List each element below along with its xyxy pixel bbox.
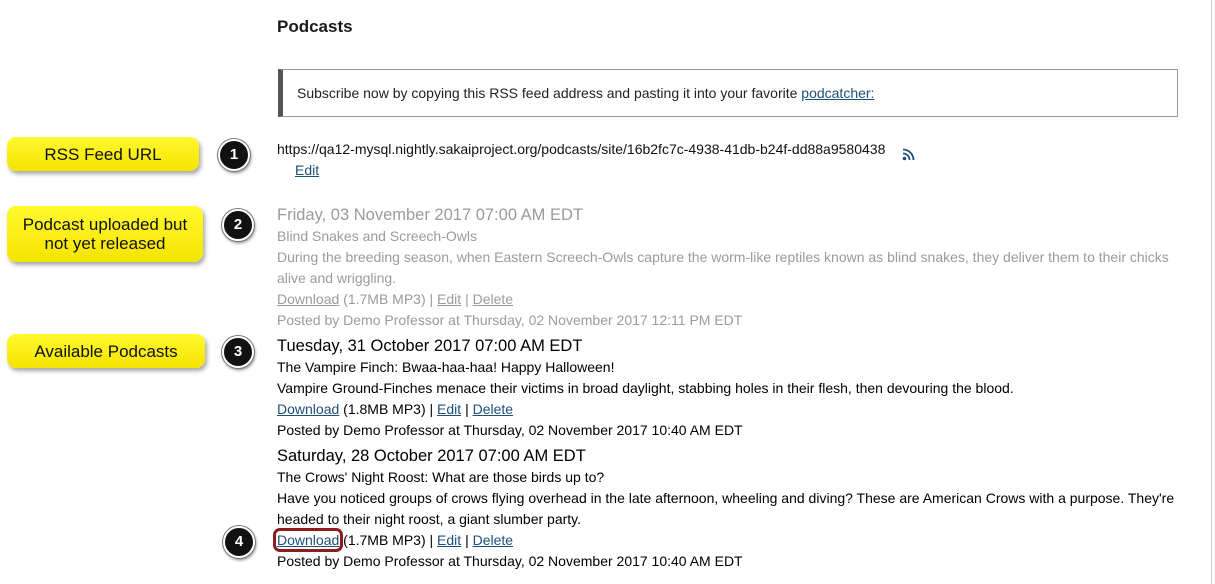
download-link[interactable]: Download <box>277 401 339 417</box>
podcast-date: Tuesday, 31 October 2017 07:00 AM EDT <box>277 337 583 355</box>
separator: | <box>465 401 469 417</box>
podcast-item: Saturday, 28 October 2017 07:00 AM EDT T… <box>272 445 1187 572</box>
separator: | <box>465 291 469 307</box>
delete-link[interactable]: Delete <box>473 401 513 417</box>
callout-label: Podcast uploaded but not yet released <box>22 215 188 253</box>
download-link[interactable]: Download <box>277 291 339 307</box>
podcast-actions: Download (1.7MB MP3) | Edit | Delete <box>272 528 1187 552</box>
edit-link[interactable]: Edit <box>437 401 461 417</box>
page-border <box>1211 0 1212 584</box>
callout-available-podcasts: Available Podcasts <box>7 334 205 368</box>
subscribe-info-box: Subscribe now by copying this RSS feed a… <box>278 69 1178 117</box>
separator: | <box>429 291 434 307</box>
separator: | <box>465 532 469 548</box>
step-badge-3: 3 <box>222 336 254 368</box>
callout-label: RSS Feed URL <box>44 144 162 164</box>
file-size: (1.7MB MP3) <box>343 291 426 307</box>
podcast-title: The Vampire Finch: Bwaa-haa-haa! Happy H… <box>277 359 615 375</box>
delete-link[interactable]: Delete <box>473 291 513 307</box>
podcast-item-pending: Friday, 03 November 2017 07:00 AM EDT Bl… <box>277 204 1187 331</box>
edit-feed-link[interactable]: Edit <box>295 162 319 178</box>
podcatcher-link[interactable]: podcatcher: <box>801 85 874 101</box>
podcast-description: During the breeding season, when Eastern… <box>277 249 1169 286</box>
step-badge-1: 1 <box>218 139 250 171</box>
step-badge-4: 4 <box>223 526 255 558</box>
podcast-date: Saturday, 28 October 2017 07:00 AM EDT <box>277 447 586 465</box>
page-title: Podcasts <box>277 17 353 36</box>
delete-link[interactable]: Delete <box>473 532 513 548</box>
podcast-description: Have you noticed groups of crows flying … <box>277 490 1175 527</box>
file-size: (1.7MB MP3) <box>343 532 426 548</box>
callout-label: Available Podcasts <box>34 341 178 361</box>
rss-icon[interactable] <box>902 148 915 161</box>
subscribe-text: Subscribe now by copying this RSS feed a… <box>297 85 798 101</box>
podcast-title: The Crows' Night Roost: What are those b… <box>277 469 605 485</box>
podcast-title: Blind Snakes and Screech-Owls <box>277 228 477 244</box>
posted-by: Posted by Demo Professor at Thursday, 02… <box>277 312 743 328</box>
podcast-description: Vampire Ground-Finches menace their vict… <box>277 380 1014 396</box>
posted-by: Posted by Demo Professor at Thursday, 02… <box>277 422 743 438</box>
edit-link[interactable]: Edit <box>437 291 461 307</box>
podcast-actions: Download (1.7MB MP3) | Edit | Delete <box>277 289 1187 310</box>
download-link-highlighted[interactable]: Download <box>272 528 344 552</box>
file-size: (1.8MB MP3) <box>343 401 426 417</box>
step-badge-2: 2 <box>222 209 254 241</box>
callout-rss-feed-url: RSS Feed URL <box>7 137 199 171</box>
callout-not-released: Podcast uploaded but not yet released <box>7 206 203 262</box>
posted-by: Posted by Demo Professor at Thursday, 02… <box>277 553 743 569</box>
podcast-item: Tuesday, 31 October 2017 07:00 AM EDT Th… <box>277 335 1187 441</box>
separator: | <box>429 532 434 548</box>
podcast-date: Friday, 03 November 2017 07:00 AM EDT <box>277 206 584 224</box>
edit-link[interactable]: Edit <box>437 532 461 548</box>
separator: | <box>429 401 434 417</box>
rss-feed-url: https://qa12-mysql.nightly.sakaiproject.… <box>277 141 886 157</box>
podcast-actions: Download (1.8MB MP3) | Edit | Delete <box>277 399 1187 420</box>
